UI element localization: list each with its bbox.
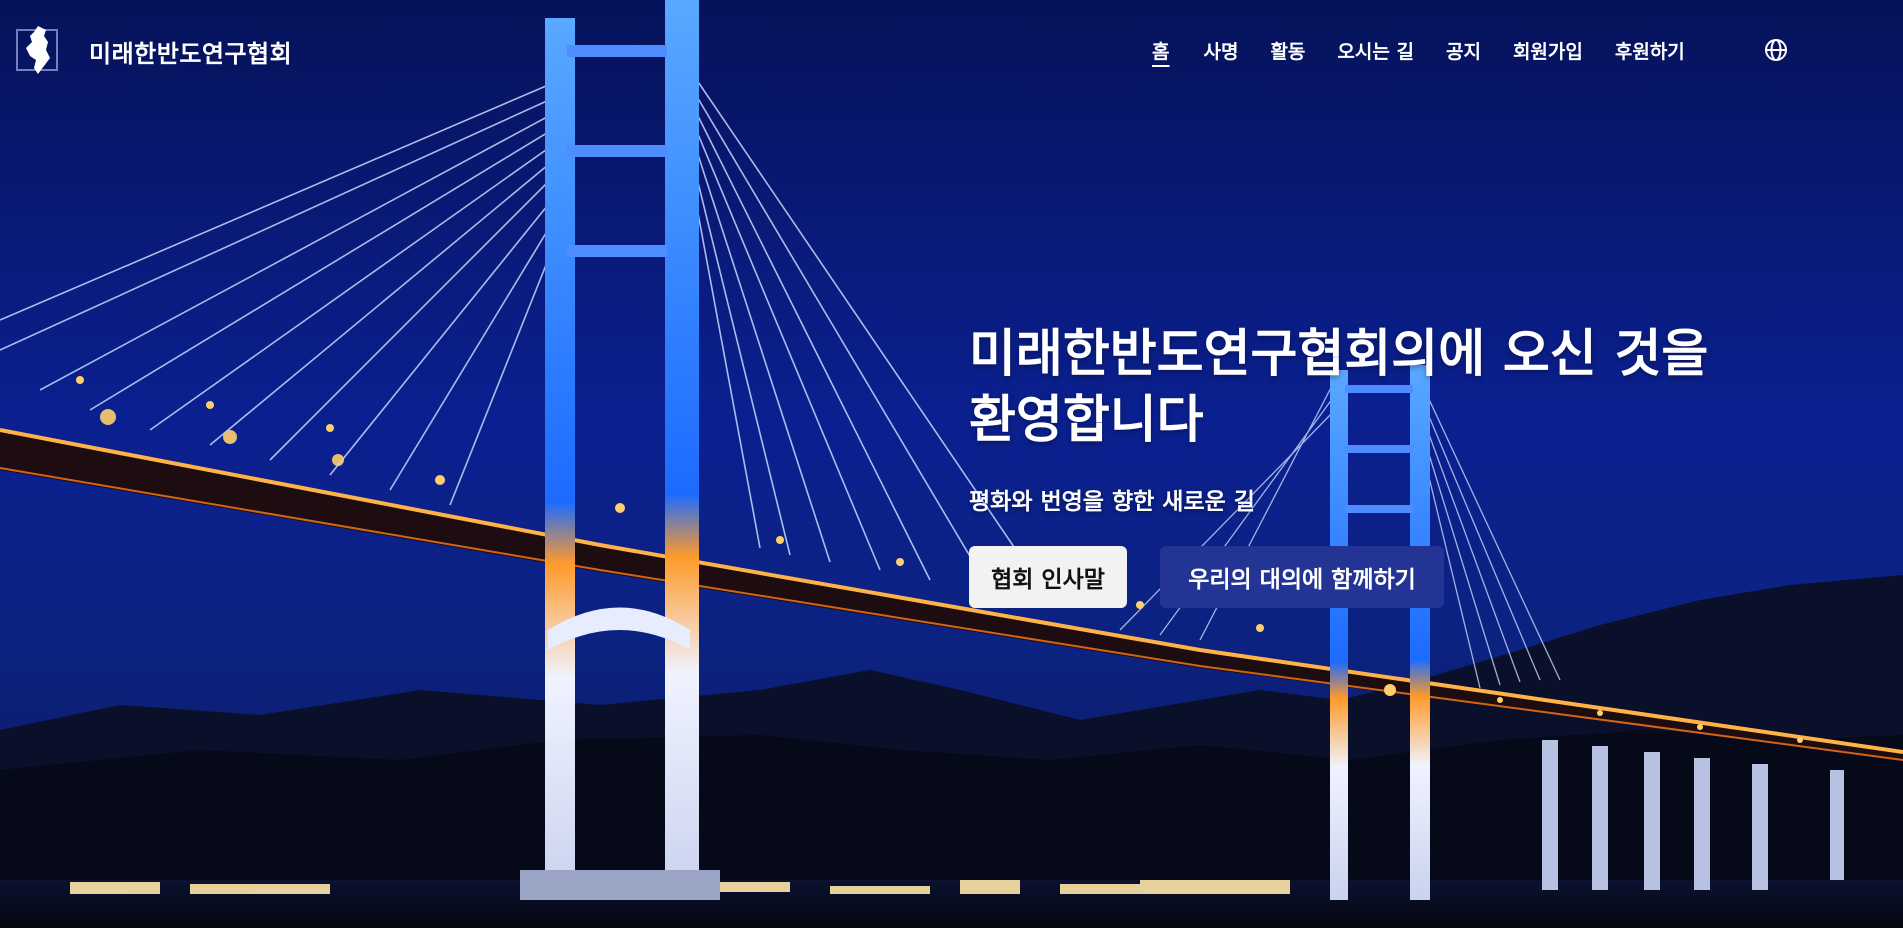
globe-icon[interactable] xyxy=(1764,38,1788,62)
join-cause-button[interactable]: 우리의 대의에 함께하기 xyxy=(1160,546,1444,608)
hero-section: 미래한반도연구협회의에 오신 것을 환영합니다 평화와 번영을 향한 새로운 길… xyxy=(969,322,1769,608)
site-header: 미래한반도연구협회 홈 사명 활동 오시는 길 공지 회원가입 후원하기 xyxy=(0,0,1903,100)
nav-item-notices[interactable]: 공지 xyxy=(1446,37,1481,64)
main-nav: 홈 사명 활동 오시는 길 공지 회원가입 후원하기 xyxy=(1152,37,1685,64)
korea-peninsula-logo-icon[interactable] xyxy=(16,24,58,76)
brand-name[interactable]: 미래한반도연구협회 xyxy=(89,34,292,69)
hero-subtitle: 평화와 번영을 향한 새로운 길 xyxy=(969,489,1255,515)
nav-item-directions[interactable]: 오시는 길 xyxy=(1337,37,1414,64)
hero-title: 미래한반도연구협회의에 오신 것을 환영합니다 xyxy=(969,322,1769,454)
hero-title-line-2: 환영합니다 xyxy=(969,391,1204,450)
nav-item-signup[interactable]: 회원가입 xyxy=(1513,37,1583,64)
greeting-button[interactable]: 협회 인사말 xyxy=(969,546,1127,608)
nav-item-donate[interactable]: 후원하기 xyxy=(1615,37,1685,64)
nav-item-home[interactable]: 홈 xyxy=(1152,37,1169,64)
hero-buttons: 협회 인사말 우리의 대의에 함께하기 xyxy=(969,546,1769,608)
nav-item-mission[interactable]: 사명 xyxy=(1203,37,1238,64)
hero-viewport: 미래한반도연구협회 홈 사명 활동 오시는 길 공지 회원가입 후원하기 미래한… xyxy=(0,0,1903,928)
nav-item-activities[interactable]: 활동 xyxy=(1270,37,1305,64)
hero-title-line-1: 미래한반도연구협회의에 오신 것을 xyxy=(969,325,1709,384)
